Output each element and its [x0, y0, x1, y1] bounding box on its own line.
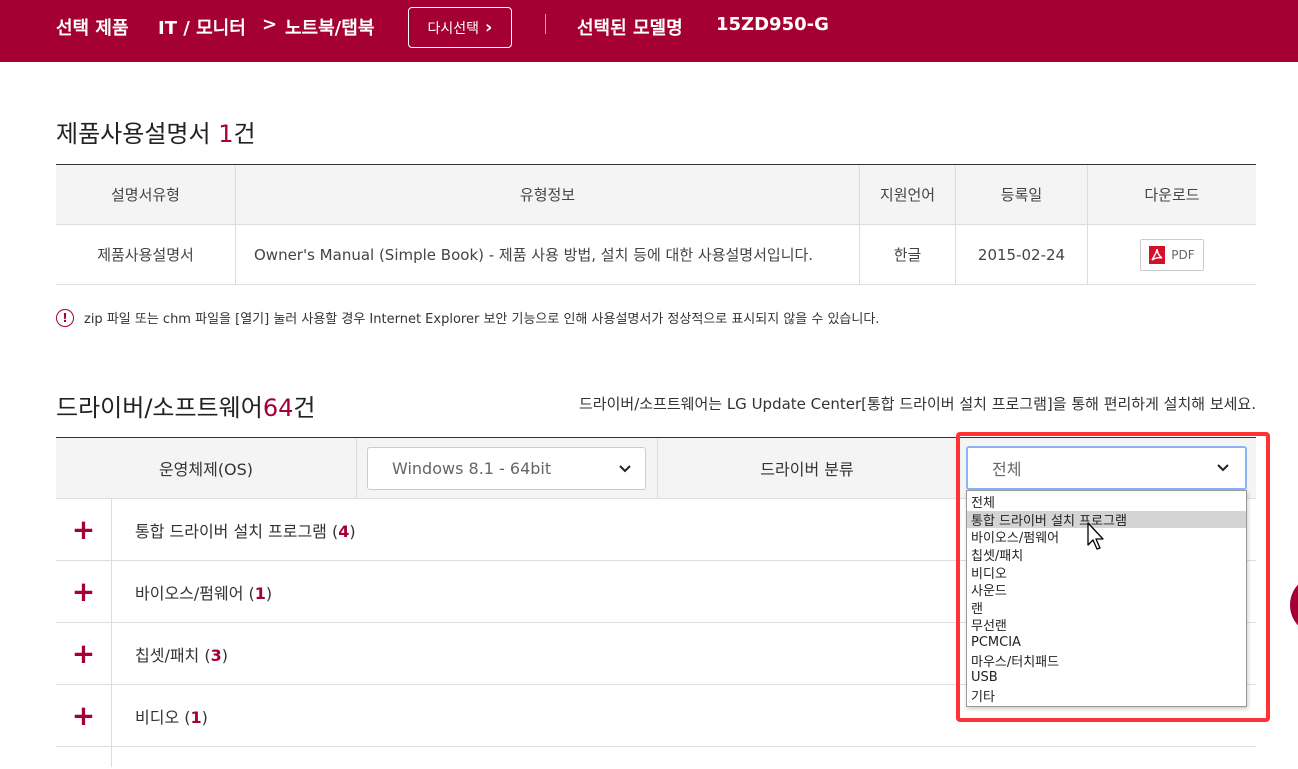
drivers-title: 드라이버/소프트웨어64건 [56, 388, 315, 423]
table-header-row: 설명서유형 유형정보 지원언어 등록일 다운로드 [56, 165, 1256, 225]
manuals-count-suffix: 건 [233, 120, 256, 148]
breadcrumb-subcategory: 노트북/탭북 [285, 18, 375, 39]
mouse-cursor-icon [1087, 522, 1104, 550]
dropdown-option[interactable]: 무선랜 [967, 616, 1246, 634]
group-label: 바이오스/펌웨어 [135, 584, 244, 603]
selected-model-name: 15ZD950-G [716, 14, 829, 35]
pdf-label: PDF [1171, 247, 1195, 262]
dropdown-option[interactable]: 전체 [967, 493, 1246, 511]
drivers-count-suffix: 건 [293, 394, 316, 422]
group-label: 칩셋/패치 [135, 646, 200, 665]
dropdown-option[interactable]: 사운드 [967, 581, 1246, 599]
group-name: 비디오 (1) [135, 708, 208, 727]
os-select-value: Windows 8.1 - 64bit [392, 459, 552, 478]
group-name: 칩셋/패치 (3) [135, 646, 228, 665]
manual-language: 한글 [860, 225, 956, 284]
driver-category-select[interactable]: 전체 [966, 446, 1247, 490]
table-row: 제품사용설명서 Owner's Manual (Simple Book) - 제… [56, 225, 1256, 285]
breadcrumb-separator: > [262, 14, 278, 35]
header-date: 등록일 [956, 165, 1088, 224]
alert-icon: ! [56, 308, 74, 327]
group-count: 3 [210, 646, 222, 665]
manual-download-cell: PDF [1088, 225, 1256, 284]
manuals-count: 1 [218, 120, 234, 148]
os-select[interactable]: Windows 8.1 - 64bit [367, 447, 646, 490]
plus-icon[interactable]: + [72, 578, 95, 606]
group-label: 비디오 [135, 708, 180, 727]
notice: ! zip 파일 또는 chm 파일을 [열기] 눌러 사용할 경우 Inter… [56, 308, 879, 327]
reselect-button[interactable]: 다시선택 › [408, 7, 512, 48]
breadcrumb-category: IT / 모니터 [158, 18, 246, 39]
group-name: 통합 드라이버 설치 프로그램 (4) [135, 522, 356, 541]
chevron-right-icon: › [485, 17, 493, 38]
expand-cell: + [56, 561, 112, 623]
chevron-down-icon [619, 461, 631, 477]
drivers-note: 드라이버/소프트웨어는 LG Update Center[통합 드라이버 설치 … [579, 395, 1256, 413]
reselect-label: 다시선택 [427, 20, 480, 37]
selected-model-label: 선택된 모델명 [577, 18, 683, 39]
group-label: 통합 드라이버 설치 프로그램 [135, 522, 327, 541]
notice-text: zip 파일 또는 chm 파일을 [열기] 눌러 사용할 경우 Interne… [84, 312, 880, 327]
manual-info: Owner's Manual (Simple Book) - 제품 사용 방법,… [236, 225, 860, 284]
floating-button-edge[interactable] [1290, 575, 1298, 635]
header-language: 지원언어 [860, 165, 956, 224]
filter-divider [356, 438, 357, 498]
list-item [56, 747, 1256, 767]
header-download: 다운로드 [1144, 186, 1200, 204]
dropdown-option[interactable]: 마우스/터치패드 [967, 651, 1246, 670]
selected-product-label: 선택 제품 [56, 18, 129, 39]
dropdown-option[interactable]: 기타 [967, 687, 1246, 705]
plus-icon[interactable]: + [72, 702, 95, 730]
dropdown-option[interactable]: 비디오 [967, 563, 1246, 582]
expand-cell [56, 747, 112, 767]
expand-cell: + [56, 623, 112, 685]
chevron-down-icon [1217, 460, 1229, 476]
dropdown-option[interactable]: PCMCIA [967, 634, 1246, 652]
expand-cell: + [56, 685, 112, 747]
top-bar: 선택 제품 IT / 모니터 > 노트북/탭북 다시선택 › 선택된 모델명 1… [0, 0, 1298, 62]
topbar-divider [545, 14, 546, 34]
drivers-title-text: 드라이버/소프트웨어 [56, 394, 263, 422]
manual-type: 제품사용설명서 [56, 225, 236, 284]
dropdown-option[interactable]: 랜 [967, 599, 1246, 617]
header-type: 설명서유형 [56, 165, 236, 224]
expand-cell: + [56, 499, 112, 561]
group-count: 1 [190, 708, 202, 727]
driver-category-label: 드라이버 분류 [760, 460, 854, 479]
drivers-count: 64 [262, 394, 294, 422]
os-label: 운영체제(OS) [158, 460, 254, 479]
driver-category-value: 전체 [992, 460, 1022, 479]
group-count: 1 [254, 584, 266, 603]
pdf-icon [1149, 245, 1166, 264]
manuals-table: 설명서유형 유형정보 지원언어 등록일 다운로드 제품사용설명서 Owner's… [56, 164, 1256, 285]
plus-icon[interactable]: + [72, 640, 95, 668]
pdf-download-button[interactable]: PDF [1140, 238, 1204, 271]
manuals-title-text: 제품사용설명서 [56, 120, 211, 148]
dropdown-option[interactable]: USB [967, 669, 1246, 687]
manual-date: 2015-02-24 [956, 225, 1088, 284]
header-info: 유형정보 [236, 165, 860, 224]
group-name: 바이오스/펌웨어 (1) [135, 584, 273, 603]
manuals-title: 제품사용설명서 1건 [56, 114, 256, 149]
group-count: 4 [338, 522, 350, 541]
plus-icon[interactable]: + [72, 516, 95, 544]
